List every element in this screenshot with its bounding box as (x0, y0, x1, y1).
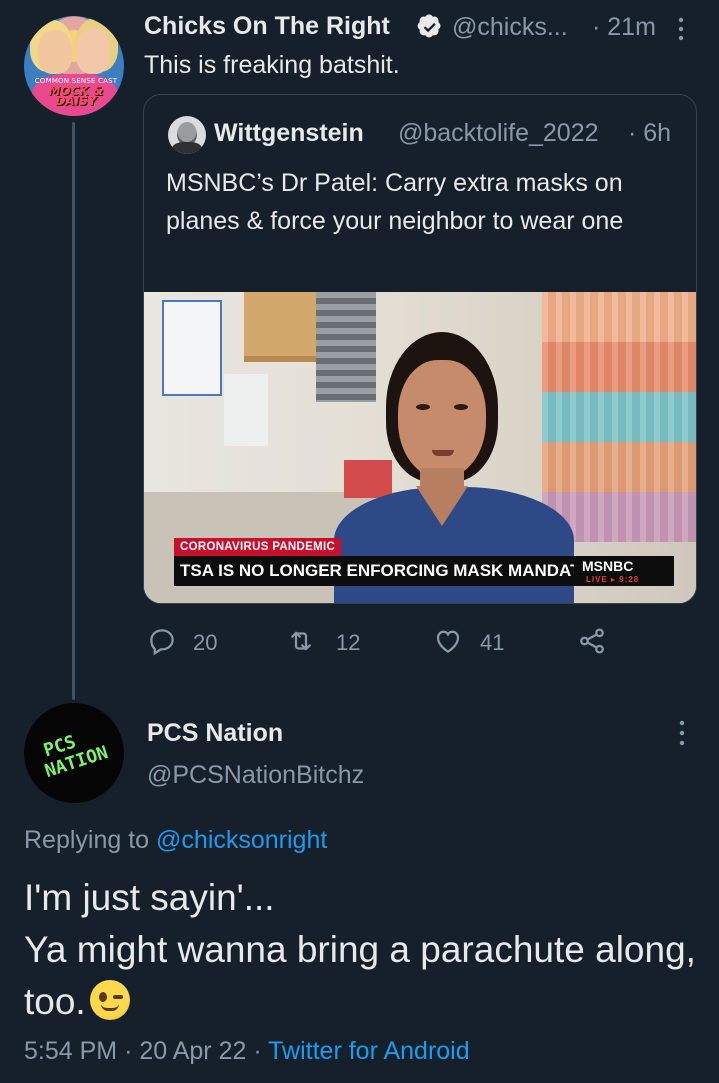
media-person-mouth (432, 450, 454, 456)
like-count: 41 (480, 630, 505, 655)
winking-face-emoji-icon (89, 980, 130, 1020)
quoted-media-image[interactable]: CORONAVIRUS PANDEMIC TSA IS NO LONGER EN… (144, 292, 696, 603)
live-label: LIVE ▸ 9:28 (586, 575, 640, 584)
reply-text-line1: I'm just sayin'... (24, 877, 275, 918)
verified-badge-icon (417, 14, 441, 38)
avatar[interactable]: COMMON SENSE CAST MOCK & DAISY (24, 16, 124, 116)
quoted-timestamp: · 6h (628, 119, 672, 147)
quoted-avatar-body (172, 142, 202, 154)
author-handle[interactable]: @chicks... (452, 13, 568, 42)
replying-prefix: Replying to (24, 826, 150, 854)
share-icon[interactable] (577, 626, 607, 656)
retweet-icon[interactable] (286, 626, 316, 656)
media-poster (162, 300, 222, 396)
reply-author-name[interactable]: PCS Nation (147, 719, 283, 748)
quoted-tweet-text: MSNBC’s Dr Patel: Carry extra masks on p… (166, 169, 624, 235)
media-shelf (316, 292, 376, 402)
replying-to: Replying to @chicksonright (24, 826, 327, 855)
reply-author-handle[interactable]: @PCSNationBitchz (147, 761, 364, 790)
reply-tweet-text: I'm just sayin'... Ya might wanna bring … (24, 872, 704, 1028)
avatar-banner: COMMON SENSE CAST MOCK & DAISY (30, 76, 122, 108)
avatar-face-right (76, 28, 110, 74)
media-person-eye (416, 404, 430, 410)
retweet-count: 12 (336, 630, 361, 655)
author-name[interactable]: Chicks On The Right (144, 12, 390, 41)
meta-separator: · (124, 1037, 133, 1065)
quoted-author-handle: @backtolife_2022 (398, 119, 599, 147)
chyron-tag: CORONAVIRUS PANDEMIC (174, 538, 342, 556)
avatar-banner-bottom: MOCK & DAISY (48, 84, 104, 108)
replying-mention-link[interactable]: @chicksonright (156, 826, 327, 854)
thread-line (72, 122, 75, 700)
more-options-icon[interactable] (674, 16, 688, 42)
media-person-face (398, 360, 486, 478)
meta-separator: · (253, 1037, 262, 1065)
reply-count: 20 (193, 630, 218, 655)
media-red-box (344, 460, 392, 498)
reply-icon[interactable] (147, 626, 177, 656)
media-person-eye (454, 404, 468, 410)
media-poster-small (224, 374, 268, 446)
reply-author-avatar[interactable]: PCS NATION (24, 703, 124, 803)
more-options-icon[interactable] (675, 718, 689, 748)
network-name: MSNBC (582, 558, 634, 574)
avatar-face-left (38, 30, 72, 74)
like-heart-icon[interactable] (433, 626, 463, 656)
media-curtain (542, 292, 696, 542)
quoted-author-name: Wittgenstein (214, 119, 364, 147)
avatar-logo: PCS NATION (37, 724, 112, 782)
chyron-headline: TSA IS NO LONGER ENFORCING MASK MANDATE (174, 556, 592, 586)
tweet-text: This is freaking batshit. (144, 51, 400, 79)
tweet-time: 5:54 PM (24, 1037, 118, 1065)
tweet-timestamp[interactable]: · 21m (592, 13, 656, 42)
network-bug: MSNBC LIVE ▸ 9:28 (574, 556, 674, 586)
tweet-date: 20 Apr 22 (139, 1037, 247, 1065)
tweet-meta: 5:54 PM · 20 Apr 22 · Twitter for Androi… (24, 1037, 470, 1066)
tweet-source-link[interactable]: Twitter for Android (268, 1037, 469, 1065)
quoted-avatar[interactable] (168, 116, 206, 154)
